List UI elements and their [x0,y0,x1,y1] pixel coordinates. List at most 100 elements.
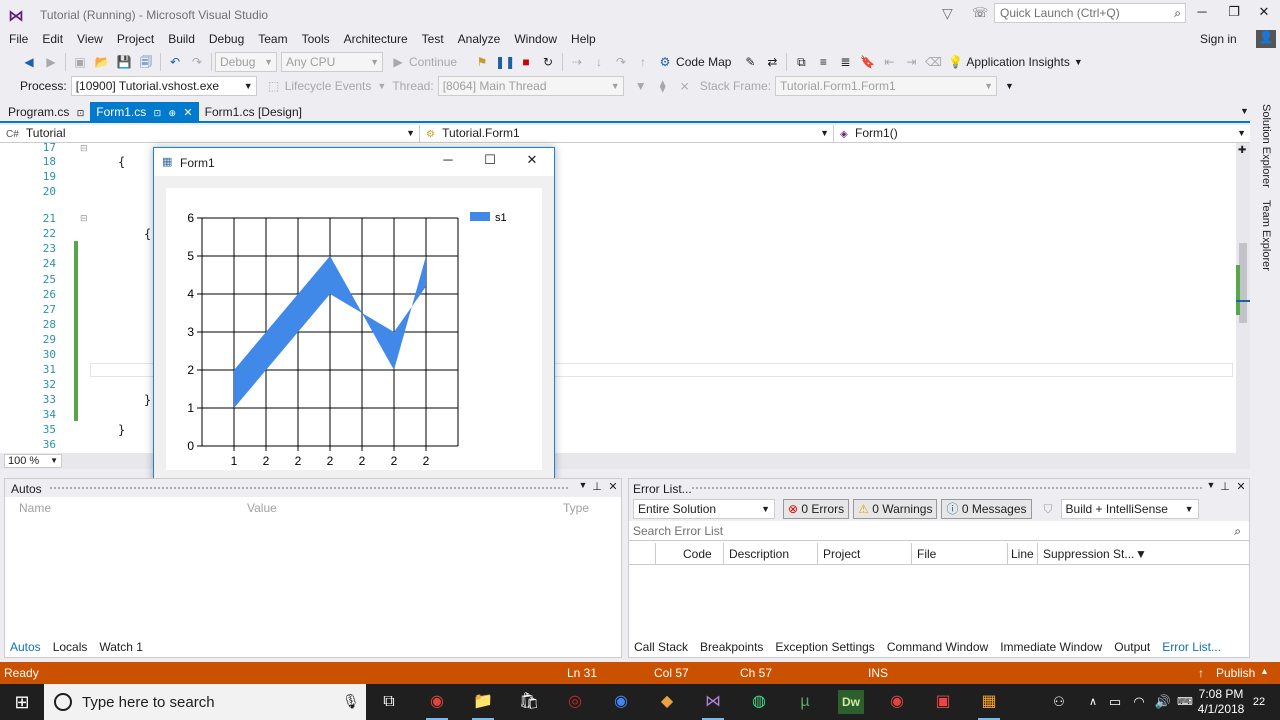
column-project[interactable]: Project [823,547,860,561]
menu-test[interactable]: Test [415,30,451,48]
tab-locals[interactable]: Locals [47,638,94,656]
wifi-icon[interactable]: ◠ [1126,690,1152,714]
bookmark-icon[interactable]: 🔖 [858,53,876,71]
error-scope-select[interactable]: Entire Solution ▼ [633,499,775,519]
menu-view[interactable]: View [70,30,110,48]
tab-form1-cs[interactable]: Form1.cs ⊡ ⊕ ✕ [90,102,199,122]
clear-bookmarks-icon[interactable]: ⌫ [924,53,942,71]
uncomment-icon[interactable]: ≣ [836,53,854,71]
solution-configuration-select[interactable]: Debug ▼ [215,52,277,72]
lifecycle-events-button[interactable]: Lifecycle Events [285,79,372,93]
pin-icon[interactable]: ⊥ [589,480,605,496]
tab-exception-settings[interactable]: Exception Settings [769,638,880,656]
solution-explorer-tab[interactable]: Solution Explorer [1260,104,1272,188]
zoom-level-select[interactable]: 100 % ▼ [4,454,62,468]
pin-icon[interactable]: ⊥ [1217,480,1233,496]
utorrent-icon[interactable]: µ [792,690,818,714]
build-filter-select[interactable]: Build + IntelliSense ▼ [1060,499,1199,519]
file-explorer-icon[interactable]: 📁 [470,690,496,720]
menu-analyze[interactable]: Analyze [451,30,508,48]
tab-command-window[interactable]: Command Window [881,638,994,656]
application-insights-button[interactable]: Application Insights [966,55,1069,69]
form-maximize-button[interactable]: ☐ [470,152,510,172]
break-all-icon[interactable]: ❚❚ [495,53,515,71]
menu-debug[interactable]: Debug [202,30,251,48]
tab-call-stack[interactable]: Call Stack [628,638,694,656]
publish-button[interactable]: Publish [1216,666,1255,680]
chevron-down-icon[interactable]: ▼ [1074,57,1083,67]
microphone-icon[interactable]: 🎙 [342,693,360,710]
stop-debugging-icon[interactable]: ■ [517,53,535,71]
dock-grip[interactable] [691,486,1203,490]
clear-filter-icon[interactable]: ⛉ [1044,502,1053,517]
error-list-search-input[interactable]: Search Error List ⌕ [629,521,1249,541]
lifecycle-events-icon[interactable]: ⬚ [265,77,283,95]
taskbar-search-box[interactable]: Type here to search 🎙 [44,684,366,720]
notification-filter-icon[interactable]: ▽ [942,5,953,22]
people-icon[interactable]: ⚇ [1046,690,1072,714]
toolbar-overflow-icon[interactable]: ▼ [1005,81,1014,91]
show-next-statement-icon[interactable]: ⇢ [568,53,586,71]
store-icon[interactable]: 🛍 [516,690,542,714]
app-icon[interactable]: ▣ [930,690,956,714]
navigate-forward-icon[interactable]: ▶ [42,53,60,71]
menu-team[interactable]: Team [251,30,294,48]
menu-project[interactable]: Project [110,30,161,48]
menu-edit[interactable]: Edit [35,30,70,48]
code-map-icon[interactable]: ⚙ [656,53,674,71]
errors-filter-button[interactable]: ⊗ 0 Errors [783,499,850,519]
collapse-region-icon[interactable]: ⊟ [80,213,88,224]
form-minimize-button[interactable]: ─ [428,152,468,172]
menu-window[interactable]: Window [507,30,564,48]
warnings-filter-button[interactable]: ⚠ 0 Warnings [853,499,938,519]
tab-program-cs[interactable]: Program.cs ⊡ [2,102,90,122]
sign-in-link[interactable]: Sign in [1200,32,1237,46]
code-map-button[interactable]: Code Map [676,55,731,69]
class-select[interactable]: ⚙ Tutorial.Form1 ▼ [420,124,834,143]
messages-filter-button[interactable]: ⓘ 0 Messages [941,499,1032,519]
undo-icon[interactable]: ↶ [166,53,184,71]
keyboard-icon[interactable]: ⌨ [1172,690,1198,714]
flag-thread-icon[interactable]: ▼ [632,77,650,95]
menu-architecture[interactable]: Architecture [337,30,415,48]
tab-error-list[interactable]: Error List... [1156,638,1227,656]
editor-vertical-scrollbar[interactable]: ✚ [1236,143,1250,453]
column-suppression-state[interactable]: Suppression St... [1043,547,1134,561]
step-out-icon[interactable]: ↑ [634,53,652,71]
publish-up-arrow-icon[interactable]: ↑ [1198,666,1204,680]
save-all-icon[interactable]: 🗐 [137,53,155,71]
column-filter-icon[interactable]: ▼ [1135,547,1147,561]
dock-grip[interactable] [49,486,569,490]
next-bookmark-icon[interactable]: ⇥ [902,53,920,71]
chevron-up-icon[interactable]: ▲ [1260,666,1269,676]
tab-autos[interactable]: Autos [4,638,47,656]
close-tab-icon[interactable]: ✕ [183,107,192,119]
redo-icon[interactable]: ↷ [188,53,206,71]
column-code[interactable]: Code [683,547,712,561]
pin-icon[interactable]: ⊡ [77,108,85,118]
tab-watch-1[interactable]: Watch 1 [93,638,149,656]
restart-icon[interactable]: ↻ [539,53,557,71]
debug-target-icon[interactable]: ⚑ [473,53,491,71]
continue-button[interactable]: Continue [409,55,457,69]
keep-open-icon[interactable]: ⊕ [169,108,177,118]
chrome-app-icon[interactable]: ◉ [424,690,450,720]
chrome-app-icon[interactable]: ◉ [884,690,910,714]
project-select[interactable]: C# Tutorial ▼ [0,124,420,143]
close-icon[interactable]: ✕ [605,480,621,496]
hex-display-icon[interactable]: ⇄ [763,53,781,71]
tab-output[interactable]: Output [1108,638,1156,656]
sublime-icon[interactable]: ◆ [654,690,680,714]
maximize-button[interactable]: ❐ [1218,4,1250,24]
step-over-icon[interactable]: ↷ [612,53,630,71]
prev-bookmark-icon[interactable]: ⇤ [880,53,898,71]
visual-studio-taskbar-icon[interactable]: ⋈ [700,690,726,720]
team-explorer-tab[interactable]: Team Explorer [1260,200,1272,271]
thread-select[interactable]: [8064] Main Thread ▼ [437,76,624,96]
menu-tools[interactable]: Tools [295,30,337,48]
close-icon[interactable]: ✕ [1233,480,1249,496]
swap-threads-icon[interactable]: ⨯ [676,77,694,95]
running-form-app-icon[interactable]: ▦ [976,690,1002,720]
minimize-button[interactable]: ─ [1186,4,1218,24]
app-icon[interactable]: ◎ [562,690,588,714]
